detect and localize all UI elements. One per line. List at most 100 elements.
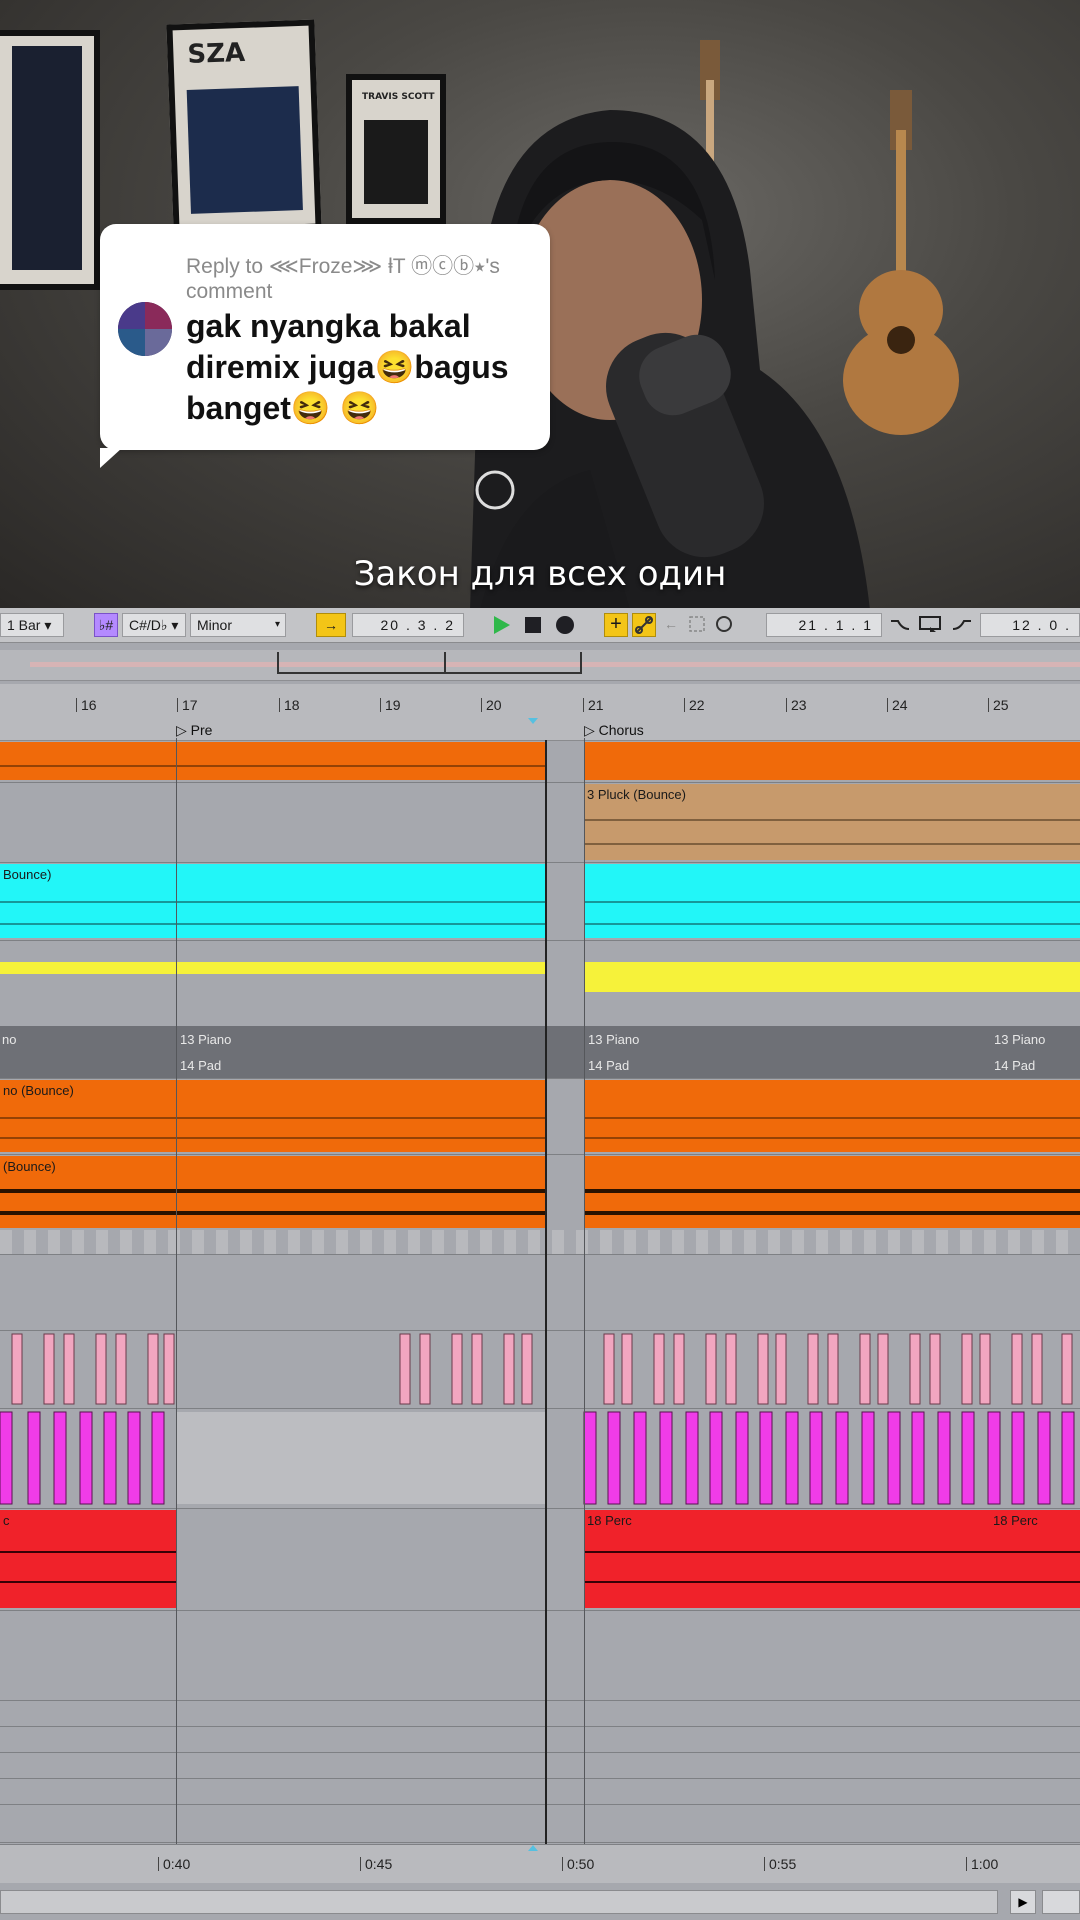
track-lane-12 — [0, 1408, 1080, 1509]
clip-piano-2-label: 13 Piano — [588, 1032, 640, 1047]
clip-yellow-a[interactable] — [0, 962, 545, 974]
clip-yellow-b[interactable] — [584, 962, 1080, 992]
automation-arm-icon[interactable] — [632, 613, 656, 637]
time-0-50: 0:50 — [562, 1857, 594, 1871]
clip-cyan-b[interactable] — [584, 864, 1080, 938]
scroll-right-button[interactable]: ▶ — [1010, 1890, 1036, 1914]
track-lane-17 — [0, 1752, 1080, 1779]
bar-18: 18 — [279, 698, 300, 712]
poster-far-left — [0, 30, 100, 290]
punch-in-icon[interactable] — [888, 613, 912, 637]
clip-orange-1b[interactable] — [584, 742, 1080, 780]
track-lane-8: (Bounce) — [0, 1154, 1080, 1231]
bar-ruler[interactable]: 16 17 18 19 20 21 22 23 24 25 — [0, 684, 1080, 718]
time-ruler[interactable]: 0:40 0:45 0:50 0:55 1:00 — [0, 1844, 1080, 1883]
quantize-select[interactable]: 1 Bar ▾ — [0, 613, 64, 637]
clip-orange-3a[interactable]: (Bounce) — [0, 1156, 545, 1228]
poster-left-title: SZA — [186, 37, 246, 70]
poster-left: SZA — [166, 19, 322, 235]
horizontal-scrollbar[interactable] — [0, 1890, 998, 1914]
clip-perc-c[interactable]: 18 Perc — [990, 1510, 1080, 1608]
loop-length[interactable]: 12 . 0 . — [980, 613, 1080, 637]
clip-cyan-a[interactable]: Bounce) — [0, 864, 545, 938]
capture-icon[interactable] — [686, 613, 708, 637]
scroll-extra-button[interactable] — [1042, 1890, 1080, 1914]
bar-19: 19 — [380, 698, 401, 712]
time-0-55: 0:55 — [764, 1857, 796, 1871]
bar-22: 22 — [684, 698, 705, 712]
stop-icon[interactable] — [520, 613, 546, 637]
loop-switch-icon[interactable] — [916, 613, 944, 637]
time-1-00: 1:00 — [966, 1857, 998, 1871]
bar-16: 16 — [76, 698, 97, 712]
key-select[interactable]: C#/D♭ ▾ — [122, 613, 186, 637]
track-lane-14 — [0, 1610, 1080, 1701]
clip-orange-2b[interactable] — [584, 1080, 1080, 1152]
track-lane-4 — [0, 940, 1080, 1027]
loop-start[interactable]: 21 . 1 . 1 — [766, 613, 882, 637]
locator-chorus[interactable]: ▷ Chorus — [584, 722, 644, 739]
mode-select[interactable]: Minor ▾ — [190, 613, 286, 637]
bar-20: 20 — [481, 698, 502, 712]
locator-pre-label: Pre — [190, 722, 213, 738]
track-lane-10 — [0, 1254, 1080, 1331]
loop-start-line — [176, 738, 177, 1844]
track-lane-19 — [0, 1804, 1080, 1843]
locator-pre[interactable]: ▷ Pre — [176, 722, 212, 739]
clip-pad-2-label: 14 Pad — [588, 1058, 630, 1073]
chorus-line — [584, 738, 585, 1844]
record-icon[interactable] — [552, 613, 578, 637]
clip-orange-3b[interactable] — [584, 1156, 1080, 1228]
clip-orange-2a[interactable]: no (Bounce) — [0, 1080, 545, 1152]
video-caption: Закон для всех один — [353, 554, 727, 594]
daw-toolbar: 1 Bar ▾ ♭# C#/D♭ ▾ Minor ▾ → 20 . 3 . 2 … — [0, 608, 1080, 643]
clip-pad-3-label: 14 Pad — [994, 1058, 1036, 1073]
track-lane-2: 3 Pluck (Bounce) — [0, 782, 1080, 863]
bar-17: 17 — [177, 698, 198, 712]
overview-view-box[interactable] — [277, 652, 582, 674]
daw-arrangement: 1 Bar ▾ ♭# C#/D♭ ▾ Minor ▾ → 20 . 3 . 2 … — [0, 608, 1080, 1920]
locator-chorus-label: Chorus — [598, 722, 644, 738]
song-position[interactable]: 20 . 3 . 2 — [352, 613, 464, 637]
follow-icon[interactable]: → — [316, 613, 346, 637]
overdub-plus-icon[interactable]: + — [604, 613, 628, 637]
reply-bubble[interactable]: Reply to ⋘Froze⋙ ⱡT ⓜⓒⓑ⭑'s comment gak n… — [100, 224, 550, 468]
track-lane-16 — [0, 1726, 1080, 1753]
punch-out-icon[interactable] — [950, 613, 974, 637]
track-lanes: 3 Pluck (Bounce) Bounce) no 13 Piano 13 … — [0, 740, 1080, 1844]
track-lane-6: 14 Pad 14 Pad 14 Pad — [0, 1052, 1080, 1079]
time-0-40: 0:40 — [158, 1857, 190, 1871]
track-lane-18 — [0, 1778, 1080, 1805]
bar-24: 24 — [887, 698, 908, 712]
clip-piano-3-label: 13 Piano — [994, 1032, 1046, 1047]
reply-text: gak nyangka bakal diremix juga😆bagus ban… — [186, 308, 509, 426]
locator-row: ▷ Pre ▷ Chorus — [0, 718, 1080, 741]
track-lane-7: no (Bounce) — [0, 1078, 1080, 1155]
clip-pink-hits[interactable] — [0, 1330, 1080, 1408]
bar-23: 23 — [786, 698, 807, 712]
clip-perc-a[interactable]: c — [0, 1510, 176, 1608]
track-lane-1 — [0, 740, 1080, 783]
track-lane-3: Bounce) — [0, 862, 1080, 941]
arrangement-overview[interactable] — [0, 650, 1080, 681]
playhead-marker-icon — [528, 718, 538, 724]
playhead[interactable] — [545, 740, 547, 1844]
track-lane-11 — [0, 1330, 1080, 1409]
scale-mode-icon[interactable]: ♭# — [94, 613, 118, 637]
chevron-down-icon: ▾ — [274, 619, 280, 630]
clip-orange-1a[interactable] — [0, 742, 545, 780]
play-icon[interactable] — [488, 613, 514, 637]
track-lane-15 — [0, 1700, 1080, 1727]
session-record-icon[interactable] — [712, 613, 736, 637]
clip-perc-b[interactable]: 18 Perc — [584, 1510, 990, 1608]
clip-piano-left-label: no — [2, 1032, 17, 1047]
bar-25: 25 — [988, 698, 1009, 712]
commenter-avatar[interactable] — [118, 302, 172, 356]
back-to-arrangement-icon[interactable]: ← — [660, 613, 682, 637]
clip-piano-1-label: 13 Piano — [180, 1032, 232, 1047]
video-frame: SZA TRAVIS SCOTT Reply to ⋘Froze⋙ ⱡT ⓜⓒⓑ… — [0, 0, 1080, 608]
time-0-45: 0:45 — [360, 1857, 392, 1871]
reply-header: Reply to ⋘Froze⋙ ⱡT ⓜⓒⓑ⭑'s comment — [186, 255, 500, 303]
clip-pluck[interactable]: 3 Pluck (Bounce) — [584, 784, 1080, 860]
clip-magenta-hits[interactable] — [0, 1408, 1080, 1508]
